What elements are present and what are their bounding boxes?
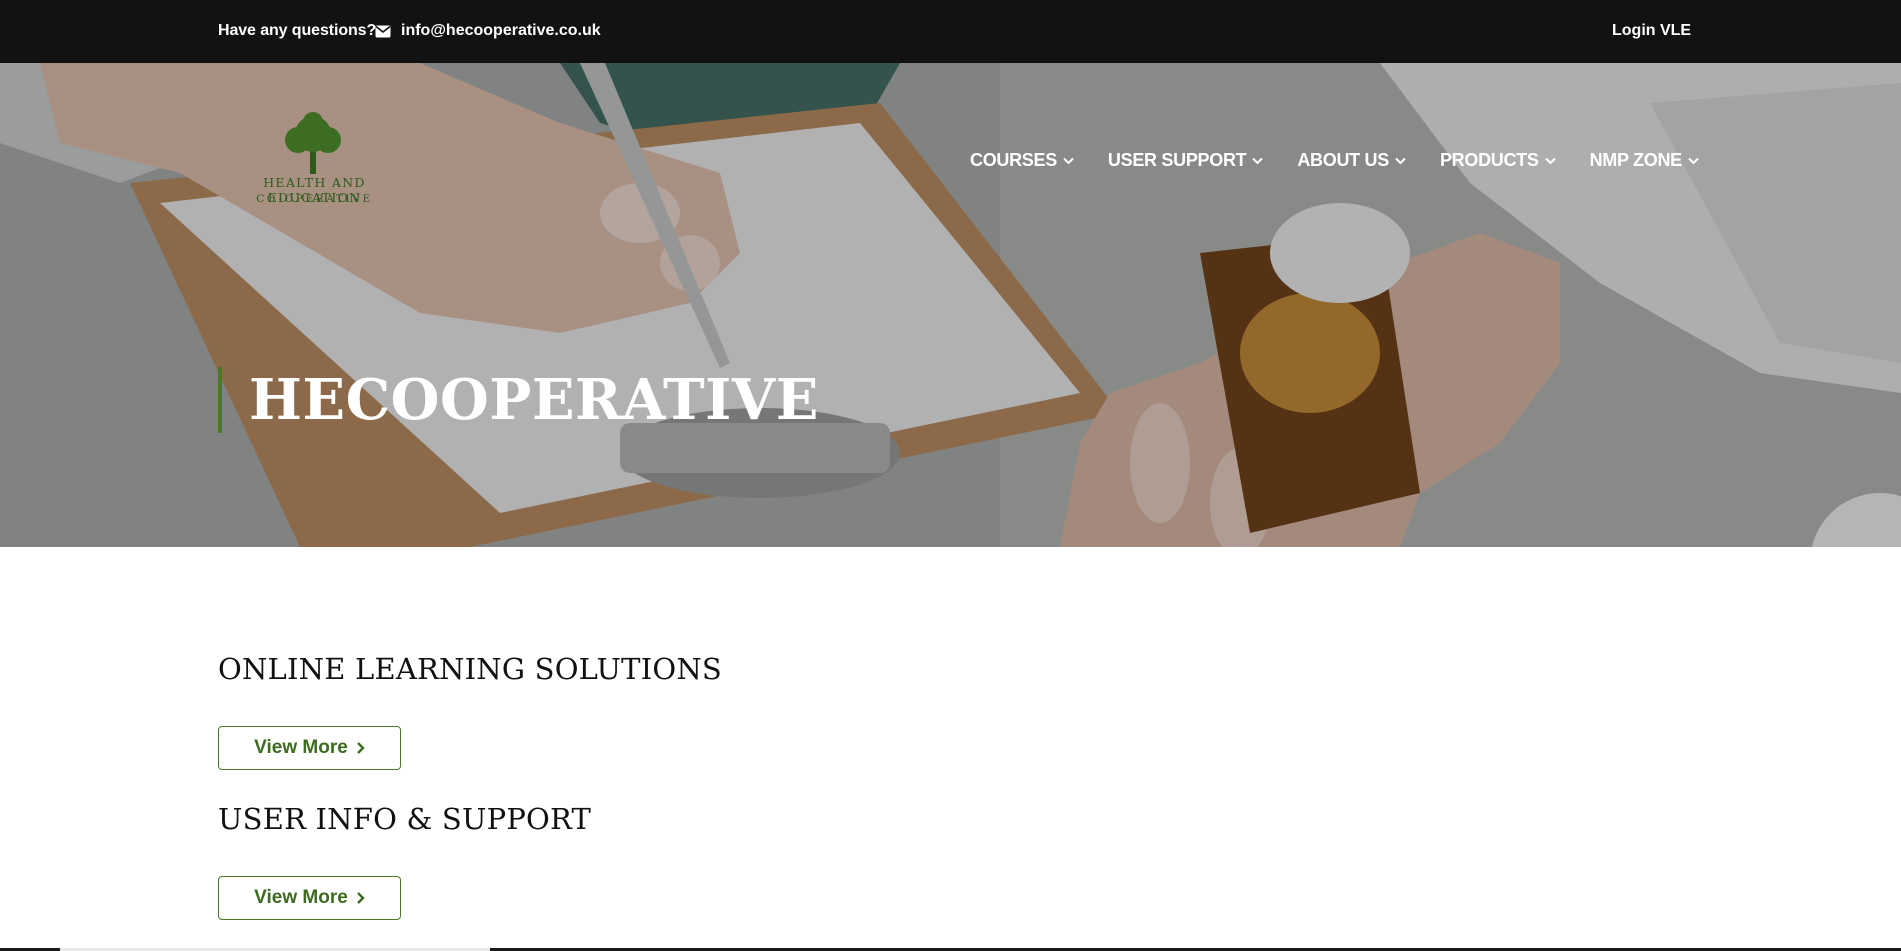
- section-heading-online-learning: ONLINE LEARNING SOLUTIONS: [218, 652, 722, 686]
- chevron-right-icon: [356, 742, 365, 754]
- login-vle-link[interactable]: Login VLE: [1612, 22, 1691, 40]
- nav-label: USER SUPPORT: [1107, 150, 1247, 170]
- hero-title-block: HECOOPERATIVE: [218, 367, 819, 433]
- nav-label: PRODUCTS: [1439, 150, 1539, 170]
- tree-logo-icon: [285, 112, 341, 174]
- chevron-down-icon: [1063, 157, 1074, 164]
- chevron-down-icon: [1688, 157, 1699, 164]
- nav-item-courses[interactable]: COURSES: [970, 150, 1074, 171]
- nav-item-nmp-zone[interactable]: NMP ZONE: [1590, 150, 1699, 171]
- hero-title: HECOOPERATIVE: [249, 367, 819, 433]
- chevron-right-icon: [356, 892, 365, 904]
- top-bar: Have any questions? info@hecooperative.c…: [0, 0, 1901, 63]
- questions-text: Have any questions?: [218, 22, 377, 39]
- email-link[interactable]: info@hecooperative.co.uk: [375, 22, 601, 40]
- nav-label: NMP ZONE: [1589, 150, 1683, 170]
- button-label: View More: [254, 737, 348, 758]
- nav-label: COURSES: [970, 150, 1057, 170]
- view-more-button[interactable]: View More: [218, 876, 401, 920]
- view-more-button[interactable]: View More: [218, 726, 401, 770]
- button-label: View More: [254, 887, 348, 908]
- chevron-down-icon: [1252, 157, 1264, 164]
- nav-item-about-us[interactable]: ABOUT US: [1297, 150, 1406, 171]
- main-nav: COURSES USER SUPPORT ABOUT US PRODUCTS N…: [970, 150, 1699, 171]
- chevron-down-icon: [1395, 157, 1406, 164]
- nav-label: ABOUT US: [1297, 150, 1389, 170]
- nav-item-products[interactable]: PRODUCTS: [1440, 150, 1556, 171]
- site-logo[interactable]: HEALTH AND EDUCATION CO-OPERATIVE: [222, 112, 407, 208]
- logo-text-line2: CO-OPERATIVE: [256, 193, 373, 205]
- chevron-down-icon: [1544, 157, 1556, 164]
- section-heading-user-info-support: USER INFO & SUPPORT: [218, 802, 592, 836]
- email-address: info@hecooperative.co.uk: [401, 22, 601, 39]
- envelope-icon: [375, 25, 391, 37]
- nav-item-user-support[interactable]: USER SUPPORT: [1107, 150, 1264, 171]
